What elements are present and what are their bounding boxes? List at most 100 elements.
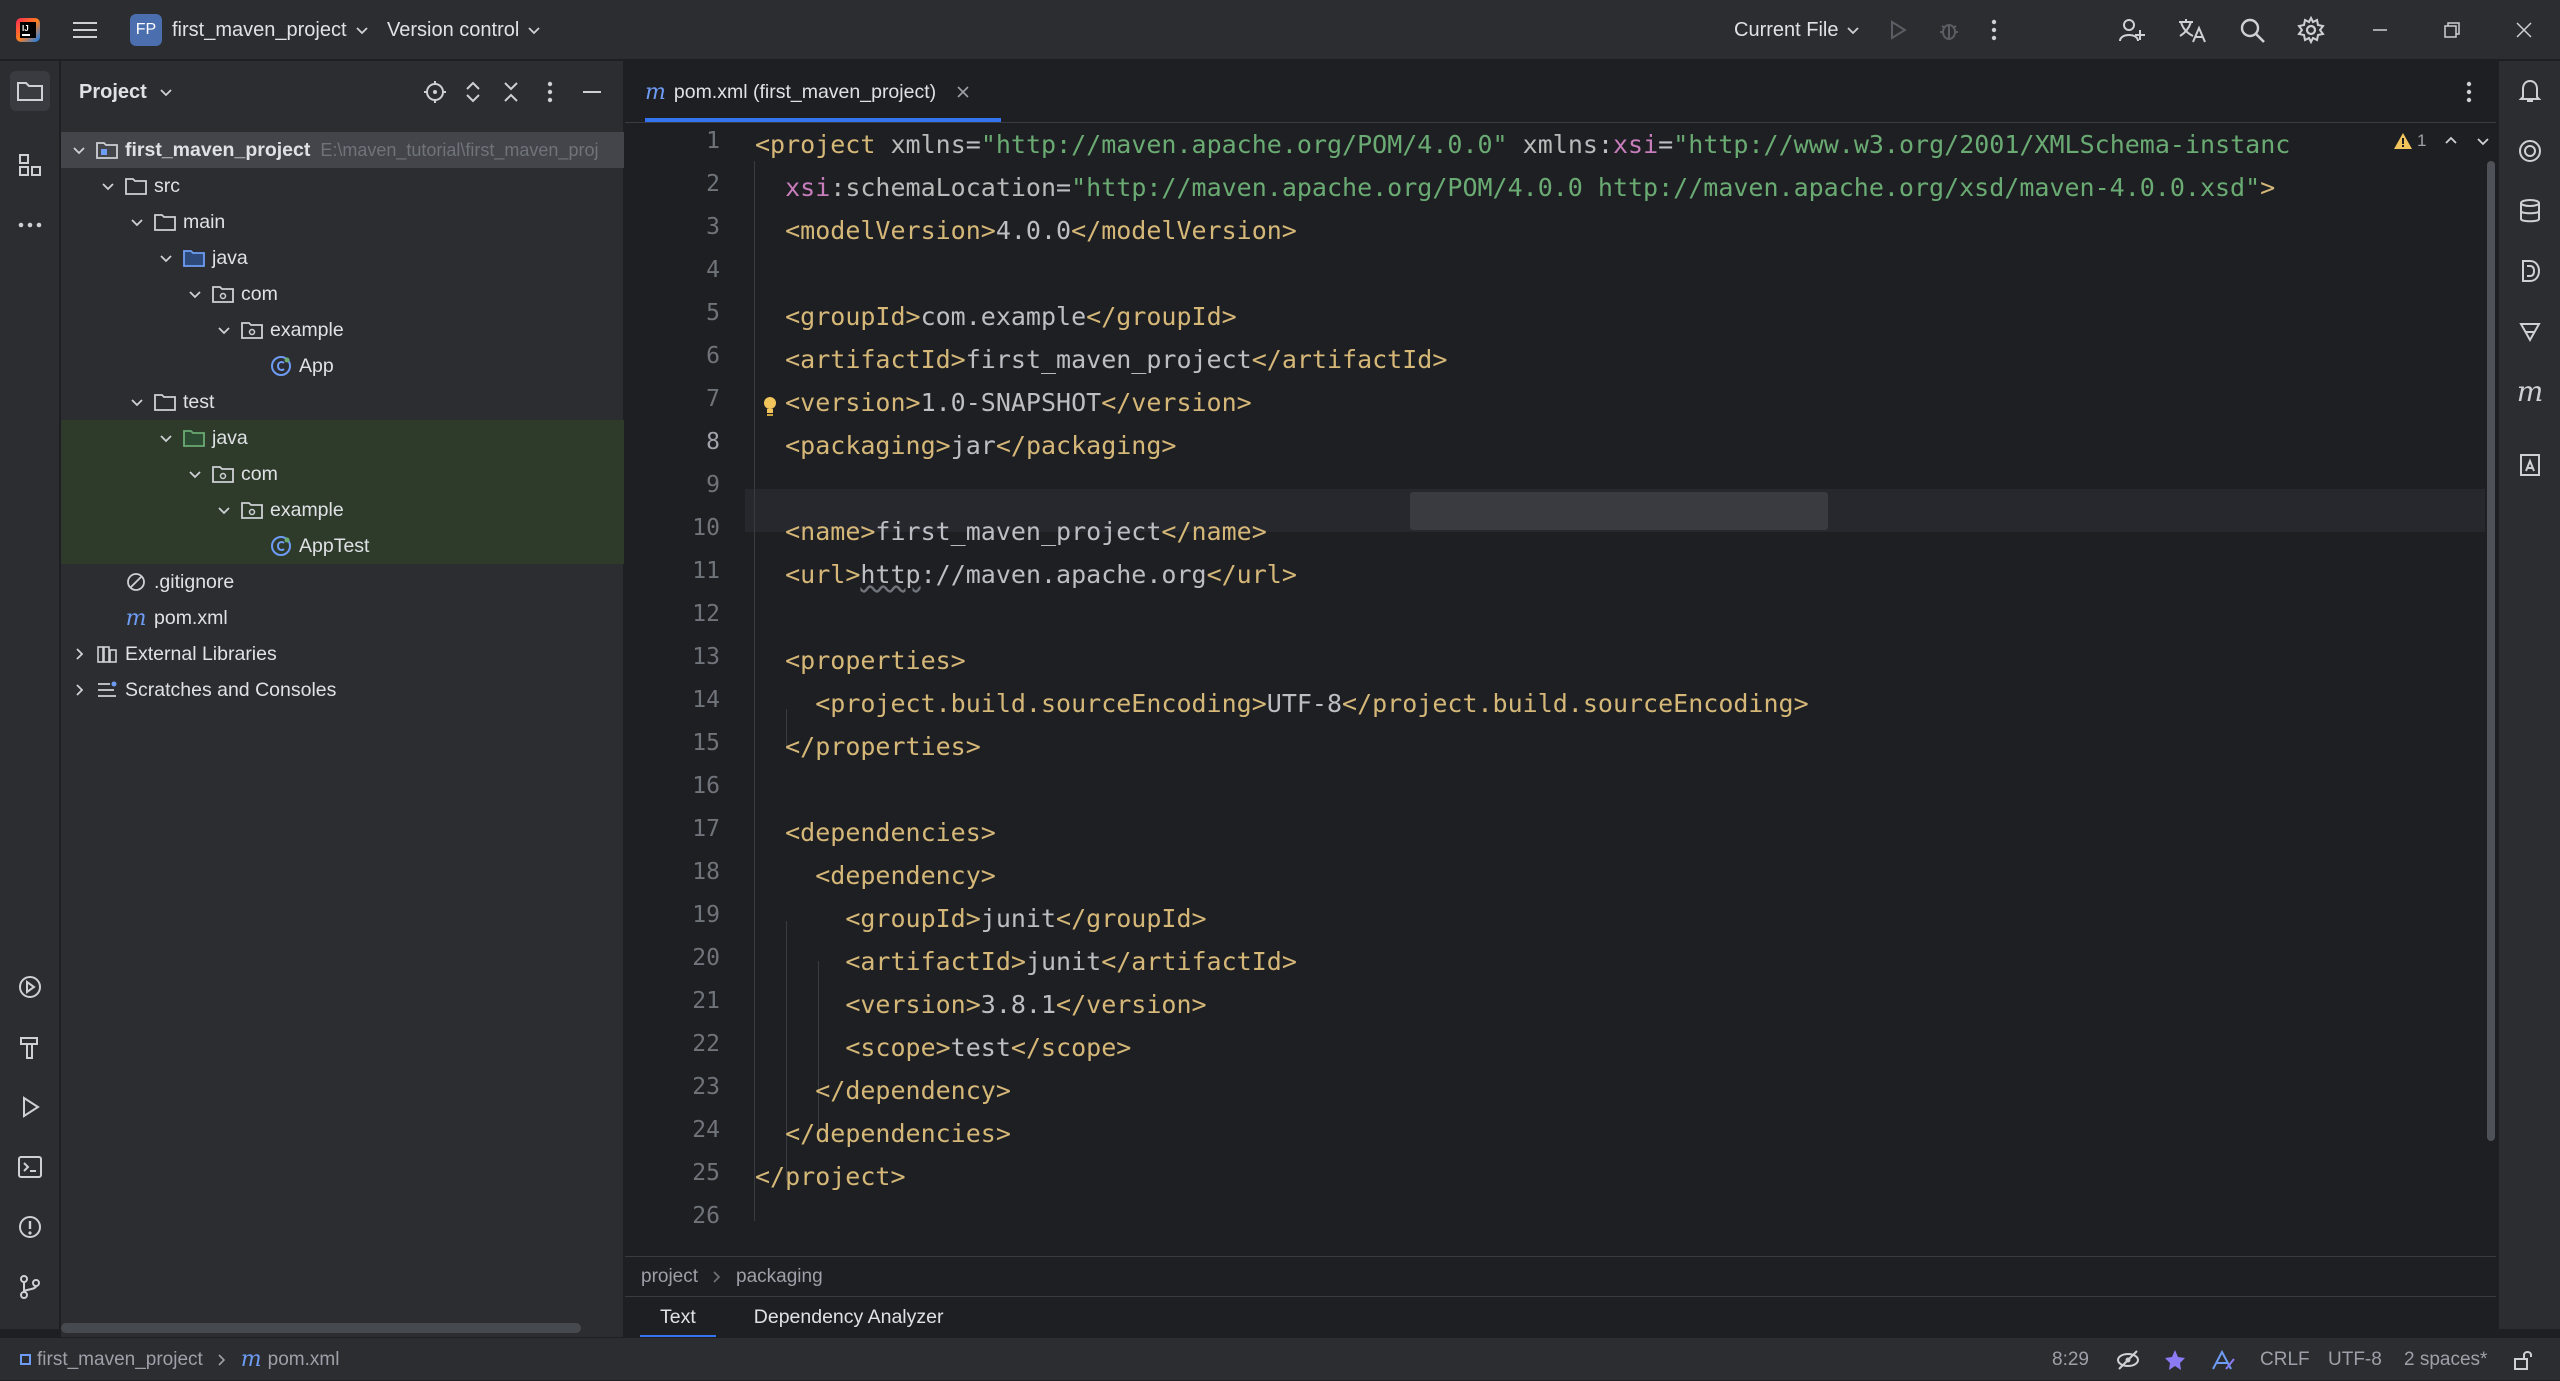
add-user-icon[interactable] <box>2118 0 2146 60</box>
version-control-menu[interactable]: Version control <box>387 0 541 60</box>
bookmarks-icon[interactable] <box>2510 445 2550 485</box>
project-tool-folder-icon[interactable] <box>10 71 50 111</box>
expand-all-icon[interactable] <box>463 80 483 104</box>
terminal-icon[interactable] <box>10 1147 50 1187</box>
build-hammer-icon[interactable] <box>10 1027 50 1067</box>
ignore-file-icon <box>124 571 148 593</box>
tree-item[interactable]: com <box>61 276 624 312</box>
tree-item[interactable]: .gitignore <box>61 564 624 600</box>
settings-gear-icon[interactable] <box>2297 0 2325 60</box>
tree-item[interactable]: Scratches and Consoles <box>61 672 624 708</box>
gradle-icon[interactable] <box>2510 311 2550 351</box>
translate-icon[interactable] <box>2177 0 2207 60</box>
git-branch-icon[interactable] <box>10 1267 50 1307</box>
editor-tab-pom[interactable]: m pom.xml (first_maven_project) <box>625 61 970 123</box>
tree-item-path-hint: E:\maven_tutorial\first_maven_proj <box>320 139 599 160</box>
tree-item[interactable]: External Libraries <box>61 636 624 672</box>
tree-item[interactable]: test <box>61 384 624 420</box>
line-number: 5 <box>706 300 720 326</box>
app-logo[interactable]: IJ <box>14 0 42 60</box>
collapse-all-icon[interactable] <box>501 80 521 104</box>
chevron-down-icon[interactable] <box>185 464 205 484</box>
line-separator[interactable]: CRLF <box>2260 1338 2310 1381</box>
tab-text[interactable]: Text <box>625 1297 716 1338</box>
chevron-down-icon[interactable] <box>2476 134 2490 148</box>
chevron-down-icon[interactable] <box>214 500 234 520</box>
run-config-selector[interactable]: Current File <box>1734 0 1860 60</box>
chevron-down-icon[interactable] <box>127 212 147 232</box>
intention-bulb-icon[interactable] <box>762 395 778 417</box>
status-path-project[interactable]: first_maven_project <box>37 1349 203 1371</box>
tree-item[interactable]: java <box>61 420 624 456</box>
tab-label: pom.xml (first_maven_project) <box>673 80 937 103</box>
structure-icon[interactable] <box>10 145 50 185</box>
project-switcher[interactable]: FP first_maven_project <box>130 0 369 60</box>
more-tools-icon[interactable] <box>10 205 50 245</box>
hide-panel-icon[interactable] <box>581 81 603 103</box>
minimize-icon[interactable] <box>2370 0 2390 60</box>
file-encoding[interactable]: UTF-8 <box>2328 1338 2382 1381</box>
problems-icon[interactable] <box>10 1207 50 1247</box>
tab-dependency-analyzer[interactable]: Dependency Analyzer <box>716 1297 964 1338</box>
chevron-down-icon[interactable] <box>98 176 118 196</box>
caret-position[interactable]: 8:29 <box>2052 1338 2089 1381</box>
svg-text:IJ: IJ <box>22 24 29 33</box>
chevron-down-icon[interactable] <box>127 392 147 412</box>
breadcrumb-item-project[interactable]: project <box>641 1266 698 1288</box>
code-content[interactable]: <project xmlns="http://maven.apache.org/… <box>755 123 2455 1313</box>
line-number: 12 <box>692 601 720 627</box>
tree-item[interactable]: src <box>61 168 624 204</box>
search-icon[interactable] <box>2238 0 2266 60</box>
main-menu-icon[interactable] <box>72 0 98 60</box>
locate-file-icon[interactable] <box>423 80 447 104</box>
ai-assistant-icon[interactable] <box>2510 131 2550 171</box>
tree-item[interactable]: AppTest <box>61 528 624 564</box>
chevron-down-icon[interactable] <box>159 85 173 99</box>
tree-item[interactable]: java <box>61 240 624 276</box>
chevron-down-icon[interactable] <box>214 320 234 340</box>
tree-item[interactable]: m pom.xml <box>61 600 624 636</box>
notifications-bell-icon[interactable] <box>2510 71 2550 111</box>
read-write-lock-icon[interactable] <box>2512 1338 2534 1381</box>
chevron-right-icon[interactable] <box>69 680 89 700</box>
tree-item[interactable]: example <box>61 492 624 528</box>
code-line-23: </dependency> <box>815 1076 1011 1105</box>
chevron-down-icon[interactable] <box>156 248 176 268</box>
options-icon[interactable] <box>546 80 554 104</box>
status-path-file[interactable]: pom.xml <box>268 1349 340 1371</box>
database-icon[interactable] <box>2510 191 2550 231</box>
horizontal-scrollbar[interactable] <box>61 1323 581 1333</box>
ai-status-icon[interactable] <box>2163 1338 2187 1381</box>
d-plugin-icon[interactable] <box>2510 251 2550 291</box>
indent-setting[interactable]: 2 spaces* <box>2404 1338 2487 1381</box>
code-line-5: <groupId>com.example</groupId> <box>785 302 1237 331</box>
tree-item[interactable]: App <box>61 348 624 384</box>
no-indexing-icon[interactable] <box>2116 1338 2140 1381</box>
chevron-down-icon[interactable] <box>185 284 205 304</box>
close-tab-icon[interactable] <box>956 85 970 99</box>
restore-icon[interactable] <box>2442 0 2462 60</box>
chevron-down-icon[interactable] <box>69 140 89 160</box>
maven-tool-icon[interactable]: m <box>2510 371 2550 411</box>
more-actions-icon[interactable] <box>1990 0 1998 60</box>
tree-item[interactable]: main <box>61 204 624 240</box>
tab-options-icon[interactable] <box>2465 80 2473 104</box>
tree-item[interactable]: first_maven_project E:\maven_tutorial\fir… <box>61 132 624 168</box>
tree-item[interactable]: example <box>61 312 624 348</box>
project-panel-title[interactable]: Project <box>79 81 147 104</box>
run-tool-icon[interactable] <box>10 1087 50 1127</box>
code-line-8: <packaging>jar</packaging> <box>785 431 1177 460</box>
code-style-icon[interactable] <box>2210 1338 2236 1381</box>
inspection-widget[interactable]: 1 <box>2393 131 2490 151</box>
close-window-icon[interactable] <box>2514 0 2534 60</box>
breadcrumb-item-packaging[interactable]: packaging <box>736 1266 823 1288</box>
tree-item[interactable]: com <box>61 456 624 492</box>
run-icon[interactable] <box>1886 0 1910 60</box>
vertical-scrollbar[interactable] <box>2487 161 2495 1141</box>
chevron-down-icon[interactable] <box>156 428 176 448</box>
debug-icon[interactable] <box>1937 0 1961 60</box>
services-icon[interactable] <box>10 967 50 1007</box>
chevron-up-icon[interactable] <box>2444 134 2458 148</box>
chevron-right-icon[interactable] <box>69 644 89 664</box>
test-folder-icon <box>182 427 206 449</box>
